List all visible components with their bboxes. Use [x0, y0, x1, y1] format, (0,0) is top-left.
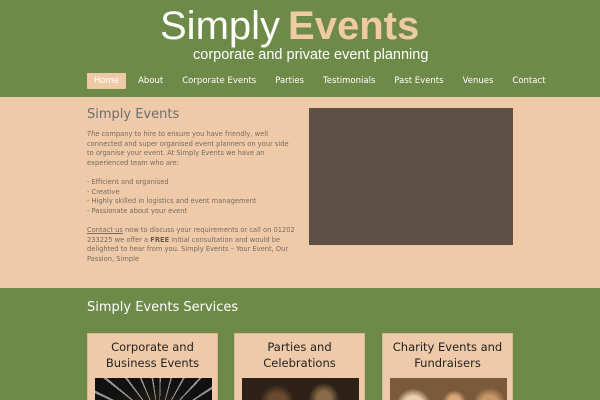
service-card-image[interactable]	[390, 378, 507, 400]
intro-emphasis: The	[87, 130, 100, 138]
hero-title: Simply Events	[87, 107, 180, 122]
site-logo[interactable]: Simply Events	[160, 4, 419, 48]
bullet-item: - Highly skilled in logistics and event …	[87, 197, 257, 206]
nav-item-venues[interactable]: Venues	[456, 73, 501, 89]
hero-video-player[interactable]	[309, 108, 513, 245]
nav-item-contact[interactable]: Contact	[505, 73, 552, 89]
nav-item-past-events[interactable]: Past Events	[387, 73, 450, 89]
bullet-item: - Creative	[87, 187, 120, 196]
bullet-item: - Efficient and organised	[87, 177, 169, 186]
free-emphasis: FREE	[150, 235, 170, 244]
contact-us-link[interactable]: Contact us	[87, 226, 123, 234]
bullet-item: - Passionate about your event	[87, 206, 188, 215]
hero-section: Simply Events The company to hire to ens…	[0, 97, 600, 288]
logo-word-events: Events	[288, 4, 420, 48]
intro-paragraph: The company to hire to ensure you have f…	[87, 130, 297, 168]
services-heading: Simply Events Services	[87, 300, 239, 315]
service-card-corporate[interactable]: Corporate and Business Events	[87, 333, 218, 400]
service-card-parties[interactable]: Parties and Celebrations	[234, 333, 365, 400]
contact-paragraph: Contact us now to discuss your requireme…	[87, 226, 297, 264]
service-card-image[interactable]	[95, 378, 212, 400]
nav-item-about[interactable]: About	[131, 73, 170, 89]
nav-item-parties[interactable]: Parties	[268, 73, 311, 89]
service-card-title[interactable]: Corporate and Business Events	[88, 340, 217, 371]
service-card-image[interactable]	[242, 378, 359, 400]
logo-word-simply: Simply	[160, 4, 281, 48]
nav-item-testimonials[interactable]: Testimonials	[316, 73, 382, 89]
hero-text: The company to hire to ensure you have f…	[87, 130, 297, 264]
site-tagline: corporate and private event planning	[193, 47, 429, 63]
site-header: Simply Events corporate and private event…	[0, 0, 600, 97]
nav-item-home[interactable]: Home	[87, 73, 127, 89]
main-nav: Home About Corporate Events Parties Test…	[87, 73, 557, 89]
service-card-title[interactable]: Parties and Celebrations	[235, 340, 364, 371]
intro-text: company to hire to ensure you have frien…	[87, 130, 289, 167]
service-card-title[interactable]: Charity Events and Fundraisers	[383, 340, 512, 371]
service-card-charity[interactable]: Charity Events and Fundraisers	[382, 333, 513, 400]
nav-item-corporate-events[interactable]: Corporate Events	[175, 73, 263, 89]
